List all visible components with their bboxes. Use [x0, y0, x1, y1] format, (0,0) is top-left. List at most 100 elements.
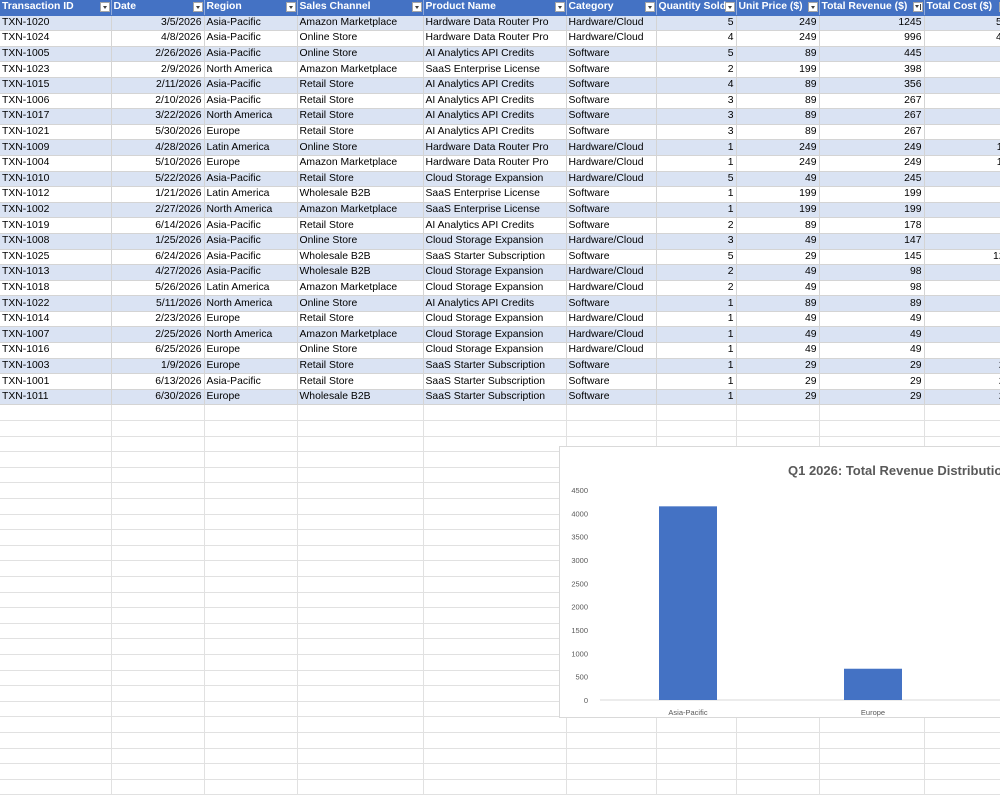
table-cell[interactable]: AI Analytics API Credits	[423, 93, 566, 109]
empty-cell[interactable]	[819, 779, 924, 795]
table-cell[interactable]: 29	[819, 374, 924, 390]
table-cell[interactable]: Asia-Pacific	[204, 93, 297, 109]
empty-cell[interactable]	[656, 732, 736, 748]
table-cell[interactable]: 4	[656, 77, 736, 93]
table-cell[interactable]: Europe	[204, 343, 297, 359]
empty-cell[interactable]	[736, 405, 819, 421]
empty-cell[interactable]	[0, 639, 111, 655]
empty-cell[interactable]	[423, 592, 566, 608]
table-cell[interactable]: Hardware Data Router Pro	[423, 31, 566, 47]
table-cell[interactable]: 267	[819, 93, 924, 109]
empty-cell[interactable]	[924, 732, 1000, 748]
table-cell[interactable]: Software	[566, 62, 656, 78]
table-cell[interactable]: Hardware Data Router Pro	[423, 15, 566, 31]
empty-cell[interactable]	[111, 421, 204, 437]
empty-cell[interactable]	[423, 764, 566, 780]
header-transaction-id[interactable]: Transaction ID	[0, 0, 111, 15]
empty-cell[interactable]	[0, 608, 111, 624]
empty-cell[interactable]	[297, 639, 423, 655]
empty-cell[interactable]	[297, 670, 423, 686]
empty-cell[interactable]	[423, 623, 566, 639]
table-cell[interactable]: 6/24/2026	[111, 249, 204, 265]
table-cell[interactable]: Software	[566, 374, 656, 390]
table-cell[interactable]: Cloud Storage Expansion	[423, 327, 566, 343]
empty-cell[interactable]	[736, 748, 819, 764]
table-cell[interactable]: 5/26/2026	[111, 280, 204, 296]
table-cell[interactable]: Cloud Storage Expansion	[423, 343, 566, 359]
empty-cell[interactable]	[0, 483, 111, 499]
table-cell[interactable]: AI Analytics API Credits	[423, 46, 566, 62]
table-cell[interactable]: SaaS Enterprise License	[423, 202, 566, 218]
empty-cell[interactable]	[297, 686, 423, 702]
empty-cell[interactable]	[0, 530, 111, 546]
table-cell[interactable]: 11	[924, 140, 1000, 156]
table-cell[interactable]: 1	[924, 187, 1000, 203]
table-cell[interactable]: 1	[656, 389, 736, 405]
table-cell[interactable]: 2	[924, 171, 1000, 187]
empty-cell[interactable]	[111, 499, 204, 515]
table-cell[interactable]: Latin America	[204, 187, 297, 203]
empty-cell[interactable]	[111, 467, 204, 483]
empty-cell[interactable]	[297, 405, 423, 421]
empty-cell[interactable]	[736, 421, 819, 437]
empty-cell[interactable]	[0, 514, 111, 530]
table-cell[interactable]: SaaS Starter Subscription	[423, 389, 566, 405]
filter-dropdown-icon[interactable]	[725, 2, 735, 12]
table-cell[interactable]: TXN-1017	[0, 109, 111, 125]
table-cell[interactable]: Amazon Marketplace	[297, 62, 423, 78]
table-cell[interactable]: 2/9/2026	[111, 62, 204, 78]
table-cell[interactable]: TXN-1011	[0, 389, 111, 405]
empty-cell[interactable]	[297, 623, 423, 639]
empty-cell[interactable]	[111, 592, 204, 608]
empty-cell[interactable]	[0, 576, 111, 592]
table-cell[interactable]: 98	[819, 280, 924, 296]
table-cell[interactable]: Europe	[204, 389, 297, 405]
table-cell[interactable]: 49	[736, 171, 819, 187]
empty-cell[interactable]	[566, 779, 656, 795]
table-cell[interactable]: Software	[566, 249, 656, 265]
table-cell[interactable]: Wholesale B2B	[297, 249, 423, 265]
empty-cell[interactable]	[656, 764, 736, 780]
table-cell[interactable]: TXN-1004	[0, 155, 111, 171]
empty-cell[interactable]	[204, 732, 297, 748]
table-cell[interactable]: Asia-Pacific	[204, 233, 297, 249]
table-cell[interactable]: Software	[566, 77, 656, 93]
table-cell[interactable]: Hardware/Cloud	[566, 343, 656, 359]
empty-cell[interactable]	[423, 483, 566, 499]
table-cell[interactable]: 356	[819, 77, 924, 93]
empty-cell[interactable]	[111, 405, 204, 421]
empty-cell[interactable]	[566, 717, 656, 733]
table-cell[interactable]: SaaS Enterprise License	[423, 62, 566, 78]
empty-cell[interactable]	[423, 545, 566, 561]
empty-cell[interactable]	[204, 764, 297, 780]
table-cell[interactable]: Wholesale B2B	[297, 265, 423, 281]
table-cell[interactable]: 5	[656, 249, 736, 265]
empty-cell[interactable]	[204, 779, 297, 795]
table-cell[interactable]: TXN-1013	[0, 265, 111, 281]
table-cell[interactable]: 5/10/2026	[111, 155, 204, 171]
empty-cell[interactable]	[111, 717, 204, 733]
empty-cell[interactable]	[423, 421, 566, 437]
empty-cell[interactable]	[566, 764, 656, 780]
empty-cell[interactable]	[0, 764, 111, 780]
table-cell[interactable]: 4	[924, 46, 1000, 62]
table-cell[interactable]: 29	[819, 389, 924, 405]
empty-cell[interactable]	[0, 748, 111, 764]
table-cell[interactable]: Hardware/Cloud	[566, 155, 656, 171]
empty-cell[interactable]	[423, 779, 566, 795]
empty-cell[interactable]	[297, 483, 423, 499]
table-cell[interactable]: TXN-1006	[0, 93, 111, 109]
table-cell[interactable]: Latin America	[204, 140, 297, 156]
empty-cell[interactable]	[0, 732, 111, 748]
table-cell[interactable]: Hardware/Cloud	[566, 327, 656, 343]
empty-cell[interactable]	[924, 748, 1000, 764]
empty-cell[interactable]	[924, 421, 1000, 437]
table-cell[interactable]: TXN-1016	[0, 343, 111, 359]
header-category[interactable]: Category	[566, 0, 656, 15]
table-cell[interactable]: 2/11/2026	[111, 77, 204, 93]
empty-cell[interactable]	[656, 421, 736, 437]
table-cell[interactable]: Cloud Storage Expansion	[423, 171, 566, 187]
table-cell[interactable]: 29	[736, 374, 819, 390]
empty-cell[interactable]	[924, 405, 1000, 421]
table-cell[interactable]: Retail Store	[297, 171, 423, 187]
